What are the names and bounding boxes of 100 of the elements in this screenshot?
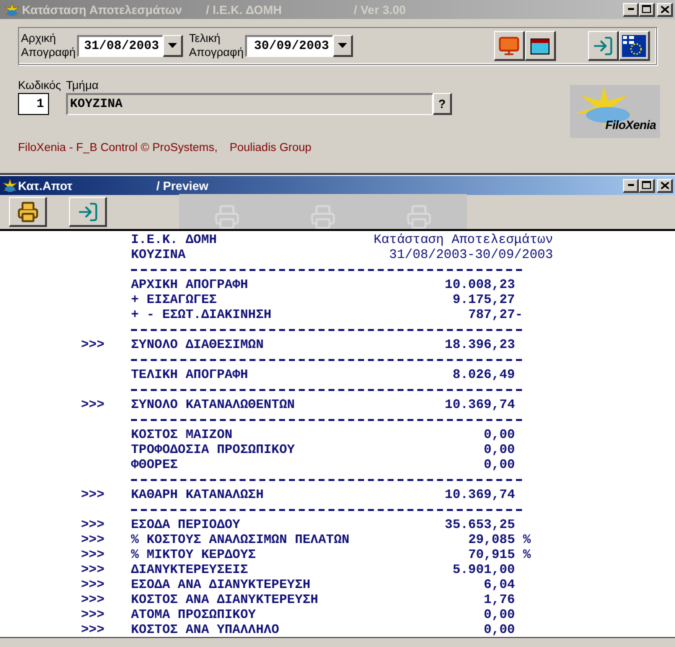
- report-label: % ΜΙΚΤΟΥ ΚΕΡΔΟΥΣ: [131, 547, 256, 562]
- language-button[interactable]: [619, 31, 650, 61]
- report-value: 0,00: [484, 442, 515, 457]
- monitor-icon: [498, 34, 520, 56]
- window-title: Κατ.Αποτ: [18, 178, 72, 194]
- sun-icon: [4, 2, 20, 16]
- report-label: ΔΙΑΝΥΚΤΕΡΕΥΣΕΙΣ: [131, 562, 248, 577]
- row-marker: >>>: [81, 337, 104, 352]
- report-value: 6,04: [484, 577, 515, 592]
- report-value: 0,00: [484, 457, 515, 472]
- report-value: 8.026,49: [452, 367, 515, 382]
- row-marker: >>>: [81, 562, 104, 577]
- report-value: 70,915: [468, 547, 515, 562]
- report-value: 10.008,23: [444, 277, 515, 292]
- report-value: 18.396,23: [444, 337, 515, 352]
- report-label: ΑΡΧΙΚΗ ΑΠΟΓΡΑΦΗ: [131, 277, 248, 292]
- row-marker: >>>: [81, 532, 104, 547]
- report-value: 5.901,00: [452, 562, 515, 577]
- report-label: ΤΕΛΙΚΗ ΑΠΟΓΡΑΦΗ: [131, 367, 248, 382]
- code-field[interactable]: 1: [18, 93, 49, 115]
- report-label: ΚΑΘΑΡΗ ΚΑΤΑΝΑΛΩΣΗ: [131, 487, 264, 502]
- report-heading: 31/08/2003-30/09/2003: [389, 247, 553, 262]
- close-button[interactable]: [657, 178, 673, 192]
- report-label: ΕΣΟΔΑ ΠΕΡΙΟΔΟΥ: [131, 517, 240, 532]
- logo-text: FiloXenia: [605, 117, 656, 134]
- report-value: 10.369,74: [444, 397, 515, 412]
- print-button[interactable]: [9, 197, 47, 227]
- department-field[interactable]: ΚΟΥΖΙΝΑ: [66, 93, 433, 115]
- report-value: 0,00: [484, 427, 515, 442]
- report-label: % ΚΟΣΤΟΥΣ ΑΝΑΛΩΣΙΜΩΝ ΠΕΛΑΤΩΝ: [131, 532, 350, 547]
- window-subtitle: / Preview: [156, 178, 208, 194]
- percent-unit: %: [523, 547, 531, 562]
- maximize-button[interactable]: [639, 178, 655, 192]
- lookup-button[interactable]: ?: [433, 93, 452, 115]
- printer-icon: [310, 204, 336, 230]
- report-label: + ΕΙΣΑΓΩΓΕΣ: [131, 292, 217, 307]
- end-date-field[interactable]: 30/09/2003: [245, 35, 333, 57]
- department-label: Τμήμα: [66, 79, 100, 93]
- report-value: 35.653,25: [444, 517, 515, 532]
- report-label: ΚΟΣΤΟΣ ΜΑΙΖΟΝ: [131, 427, 232, 442]
- row-marker: >>>: [81, 577, 104, 592]
- start-date-label: Αρχική Απογραφή: [21, 32, 77, 60]
- report-label: ΦΘΟΡΕΣ: [131, 457, 178, 472]
- report-heading: ΚΟΥΖΙΝΑ: [131, 247, 186, 262]
- report-value: 0,00: [484, 607, 515, 622]
- maximize-button[interactable]: [639, 2, 655, 16]
- start-date-field[interactable]: 31/08/2003: [77, 35, 163, 57]
- close-icon: [660, 182, 668, 188]
- window-title-org: / Ι.Ε.Κ. ΔΟΜΗ: [206, 2, 282, 18]
- code-label: Κωδικός: [18, 79, 62, 93]
- minimize-button[interactable]: [623, 178, 639, 192]
- row-marker: >>>: [81, 547, 104, 562]
- report-heading: Κατάσταση Αποτελεσμάτων: [374, 232, 553, 247]
- printer-icon: [214, 204, 240, 230]
- row-marker: >>>: [81, 607, 104, 622]
- printer-icon: [16, 200, 38, 222]
- maximize-icon: [642, 181, 651, 189]
- caret-icon: [168, 43, 177, 48]
- close-icon: [660, 6, 668, 12]
- minimize-button[interactable]: [623, 2, 639, 16]
- row-marker: >>>: [81, 517, 104, 532]
- sun-icon: [2, 178, 18, 192]
- minimize-icon: [628, 8, 634, 10]
- report-value: 29,085: [468, 532, 515, 547]
- report-value: 1,76: [484, 592, 515, 607]
- row-marker: >>>: [81, 622, 104, 637]
- window-icon: [530, 36, 550, 54]
- exit-door-icon: [592, 34, 614, 56]
- row-marker: >>>: [81, 397, 104, 412]
- dropdown-button[interactable]: [333, 35, 353, 57]
- window-title: Κατάσταση Αποτελεσμάτων: [22, 2, 182, 18]
- report-value: 787,27: [468, 307, 515, 322]
- report-value: 0,00: [484, 622, 515, 637]
- screen-preview-button[interactable]: [494, 31, 525, 61]
- negative-sign: -: [515, 307, 523, 322]
- report-label: ΣΥΝΟΛΟ ΚΑΤΑΝΑΛΩΘΕΝΤΩΝ: [131, 397, 295, 412]
- end-date-label: Τελική Απογραφή: [189, 32, 245, 60]
- caret-icon: [338, 43, 347, 48]
- maximize-icon: [642, 5, 651, 13]
- exit-button[interactable]: [588, 31, 619, 61]
- row-marker: >>>: [81, 592, 104, 607]
- report-label: ΣΥΝΟΛΟ ΔΙΑΘΕΣΙΜΩΝ: [131, 337, 264, 352]
- exit-door-icon: [76, 200, 98, 222]
- window-button[interactable]: [525, 31, 556, 61]
- report-label: ΚΟΣΤΟΣ ΑΝΑ ΔΙΑΝΥΚΤΕΡΕΥΣΗ: [131, 592, 318, 607]
- flag-icon: [622, 34, 646, 56]
- row-marker: >>>: [81, 487, 104, 502]
- dropdown-button[interactable]: [163, 35, 183, 57]
- report-value: 9.175,27: [452, 292, 515, 307]
- printer-icon: [406, 204, 432, 230]
- report-value: 10.369,74: [444, 487, 515, 502]
- percent-unit: %: [523, 532, 531, 547]
- group-text: Pouliadis Group: [230, 141, 312, 156]
- report-label: ΤΡΟΦΟΔΟΣΙΑ ΠΡΟΣΩΠΙΚΟΥ: [131, 442, 295, 457]
- close-button[interactable]: [657, 2, 673, 16]
- report-label: ΕΣΟΔΑ ΑΝΑ ΔΙΑΝΥΚΤΕΡΕΥΣΗ: [131, 577, 310, 592]
- report-heading: Ι.Ε.Κ. ΔΟΜΗ: [131, 232, 217, 247]
- report-label: ΑΤΟΜΑ ΠΡΟΣΩΠΙΚΟΥ: [131, 607, 256, 622]
- credits-text: FiloXenia - F_B Control © ProSystems,: [18, 141, 218, 156]
- exit-button[interactable]: [69, 197, 107, 227]
